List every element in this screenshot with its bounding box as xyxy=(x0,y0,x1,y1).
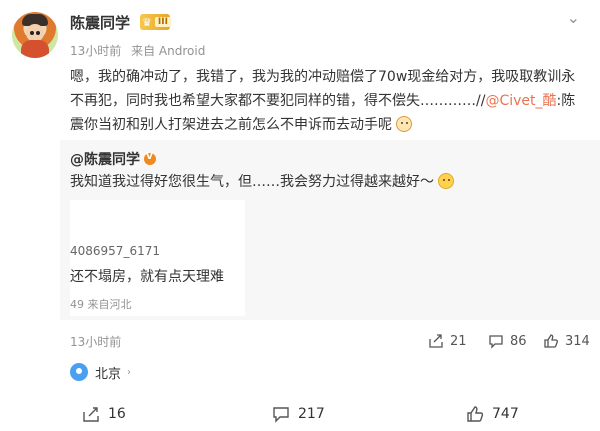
retweet-time[interactable]: 13小时前 xyxy=(70,333,121,350)
retweet-text: 我知道我过得好您很生气，但……我会努力过得越来越好～ xyxy=(70,172,580,192)
vip-badge: ♛ III xyxy=(140,14,171,30)
share-icon xyxy=(429,334,443,348)
thumbs-up-icon xyxy=(544,334,558,348)
thumbs-up-icon xyxy=(467,406,484,422)
thumb-line-1: 4086957_6171 xyxy=(70,244,160,258)
comment-button[interactable]: 217 xyxy=(272,403,325,425)
retweet-image[interactable]: 4086957_6171 还不塌房，就有点天理难 49 来自河北 xyxy=(70,200,245,316)
like-count: 747 xyxy=(492,406,519,422)
retweet-like-count: 314 xyxy=(565,333,590,349)
comment-count: 217 xyxy=(298,406,325,422)
cat-emoji-icon xyxy=(396,116,413,132)
share-button[interactable]: 16 xyxy=(82,403,126,425)
retweet-comment-count: 86 xyxy=(510,333,527,349)
chevron-down-icon: ⌄ xyxy=(566,8,580,27)
location-pin-icon xyxy=(70,363,88,381)
verified-icon xyxy=(144,152,156,165)
retweet-author-name[interactable]: @陈震同学 xyxy=(70,152,140,168)
retweet-author[interactable]: @陈震同学 xyxy=(70,149,156,169)
post-content: 嗯，我的确冲动了，我错了，我为我的冲动赔偿了70w现金给对方，我吸取教训永不再犯… xyxy=(70,65,580,137)
location-chip[interactable]: 北京 › xyxy=(70,360,131,384)
more-button[interactable]: ⌄ xyxy=(567,8,580,27)
post-time[interactable]: 13小时前 xyxy=(70,44,121,58)
badge-level: III xyxy=(154,17,171,27)
like-button[interactable]: 747 xyxy=(466,403,519,425)
mention-link[interactable]: @Civet_酷 xyxy=(485,93,556,109)
retweet-share-button[interactable]: 21 xyxy=(428,333,467,349)
post-meta: 13小时前 来自 Android xyxy=(70,42,205,59)
post-source: 来自 Android xyxy=(131,44,206,58)
retweet-like-button[interactable]: 314 xyxy=(543,333,590,349)
thumb-line-3: 49 来自河北 xyxy=(70,298,132,311)
location-label: 北京 xyxy=(95,366,122,382)
crown-icon: ♛ xyxy=(142,15,152,29)
comment-icon xyxy=(273,407,289,423)
retweet-share-count: 21 xyxy=(450,333,467,349)
share-icon xyxy=(83,407,99,422)
thumb-line-2: 还不塌房，就有点天理难 xyxy=(70,269,224,285)
chevron-right-icon: › xyxy=(127,366,132,378)
comment-icon xyxy=(489,335,503,349)
author-name[interactable]: 陈震同学 xyxy=(70,12,130,33)
avatar[interactable] xyxy=(12,12,58,58)
smile-emoji-icon xyxy=(438,173,455,189)
share-count: 16 xyxy=(108,406,126,422)
retweet-comment-button[interactable]: 86 xyxy=(488,333,527,349)
retweet-text-content: 我知道我过得好您很生气，但……我会努力过得越来越好～ xyxy=(70,174,434,190)
